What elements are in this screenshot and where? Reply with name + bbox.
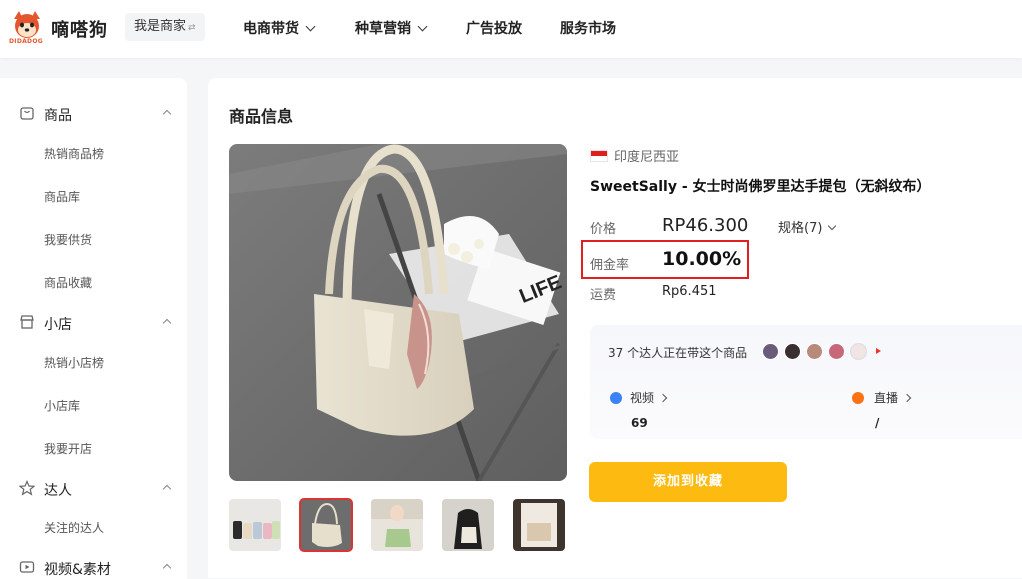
avatar[interactable]: [784, 343, 801, 360]
chevron-down-icon: [417, 21, 428, 32]
nav-ecommerce-label: 电商带货: [243, 21, 299, 37]
sidebar-group-label: 达人: [44, 483, 72, 499]
chevron-down-icon: [305, 21, 316, 32]
product-thumbnail[interactable]: [371, 499, 423, 551]
indonesia-flag-icon: [590, 150, 608, 162]
sidebar-item-hot-stores[interactable]: 热销小店榜: [44, 354, 104, 371]
sidebar-group-label: 小店: [44, 317, 72, 333]
sidebar: 商品 热销商品榜 商品库 我要供货 商品收藏 小店 热销小店榜 小店库 我要开店…: [0, 78, 187, 579]
stat-video[interactable]: 视频: [630, 389, 668, 406]
video-icon: [19, 561, 35, 573]
product-info-panel: 商品信息 LIFE 印度尼西亚 SweetSally - 女士时尚佛罗里达手提包…: [208, 78, 1022, 578]
sidebar-group-products[interactable]: 商品: [0, 99, 187, 129]
nav-ecommerce[interactable]: 电商带货: [243, 18, 316, 38]
stat-live[interactable]: 直播: [874, 389, 912, 406]
live-dot-icon: [852, 392, 864, 404]
avatar[interactable]: [850, 343, 867, 360]
chevron-up-icon[interactable]: [162, 563, 172, 573]
chevron-up-icon[interactable]: [162, 484, 172, 494]
product-thumbnail-active[interactable]: [299, 498, 353, 552]
sidebar-item-followed-creators[interactable]: 关注的达人: [44, 519, 104, 536]
shipping-value: Rp6.451: [662, 284, 717, 299]
commission-label: 佣金率: [590, 258, 630, 273]
spec-dropdown[interactable]: 规格(7): [778, 217, 837, 236]
product-thumbnail[interactable]: [513, 499, 565, 551]
stat-live-label: 直播: [874, 391, 899, 405]
creators-card: 37 个达人正在带这个商品 视频 69 直播 /: [590, 325, 1022, 439]
bag-icon: [20, 107, 34, 120]
product-country: 印度尼西亚: [590, 146, 679, 165]
add-to-favorites-button[interactable]: 添加到收藏: [589, 462, 787, 502]
logo-subtext: DIDADOG: [9, 38, 43, 45]
product-thumbnail[interactable]: [229, 499, 281, 551]
nav-service-market[interactable]: 服务市场: [560, 18, 616, 38]
nav-seeding-marketing[interactable]: 种草营销: [355, 18, 428, 38]
sidebar-item-supply[interactable]: 我要供货: [44, 231, 92, 248]
chevron-right-icon: [902, 393, 912, 403]
chevron-up-icon[interactable]: [162, 318, 172, 328]
avatar[interactable]: [762, 343, 779, 360]
stat-live-value: /: [875, 416, 880, 430]
more-arrow-icon[interactable]: [876, 348, 881, 354]
store-icon: [20, 315, 34, 329]
chevron-down-icon: [828, 221, 837, 231]
video-dot-icon: [610, 392, 622, 404]
top-bar: DIDADOG 嘀嗒狗 我是商家 ⇄ 电商带货 种草营销 广告投放 服务市场: [0, 0, 1022, 58]
merchant-button-label: 我是商家: [134, 19, 187, 34]
product-title: SweetSally - 女士时尚佛罗里达手提包（无斜纹布）: [590, 179, 931, 195]
sidebar-group-label: 视频&素材: [44, 562, 111, 578]
nav-seeding-label: 种草营销: [355, 21, 411, 37]
chevron-up-icon[interactable]: [162, 109, 172, 119]
sidebar-group-video-materials[interactable]: 视频&素材: [0, 553, 187, 579]
nav-advertising[interactable]: 广告投放: [466, 18, 522, 38]
creators-count-text: 37 个达人正在带这个商品: [608, 346, 748, 360]
product-main-image[interactable]: LIFE: [229, 144, 567, 481]
country-label: 印度尼西亚: [614, 150, 680, 165]
price-value: RP46.300: [662, 215, 749, 236]
stat-video-value: 69: [631, 416, 648, 430]
avatar[interactable]: [828, 343, 845, 360]
price-label: 价格: [590, 222, 617, 237]
avatar[interactable]: [806, 343, 823, 360]
commission-value: 10.00%: [662, 248, 742, 270]
merchant-switch-button[interactable]: 我是商家 ⇄: [125, 13, 205, 41]
stat-video-label: 视频: [630, 391, 655, 405]
switch-icon: ⇄: [188, 23, 196, 33]
chevron-right-icon: [658, 393, 668, 403]
sidebar-item-store-library[interactable]: 小店库: [44, 397, 80, 414]
spec-label: 规格(7): [778, 221, 823, 236]
sidebar-item-product-library[interactable]: 商品库: [44, 188, 80, 205]
sidebar-group-label: 商品: [44, 108, 72, 124]
brand-name[interactable]: 嘀嗒狗: [51, 16, 108, 42]
section-title: 商品信息: [229, 107, 294, 126]
product-thumbnail[interactable]: [442, 499, 494, 551]
sidebar-item-hot-products[interactable]: 热销商品榜: [44, 145, 104, 162]
sidebar-group-stores[interactable]: 小店: [0, 308, 187, 338]
sidebar-group-creators[interactable]: 达人: [0, 474, 187, 504]
shipping-label: 运费: [590, 288, 617, 303]
sidebar-item-product-favorites[interactable]: 商品收藏: [44, 274, 92, 291]
star-icon: [19, 480, 35, 496]
sidebar-item-open-store[interactable]: 我要开店: [44, 440, 92, 457]
